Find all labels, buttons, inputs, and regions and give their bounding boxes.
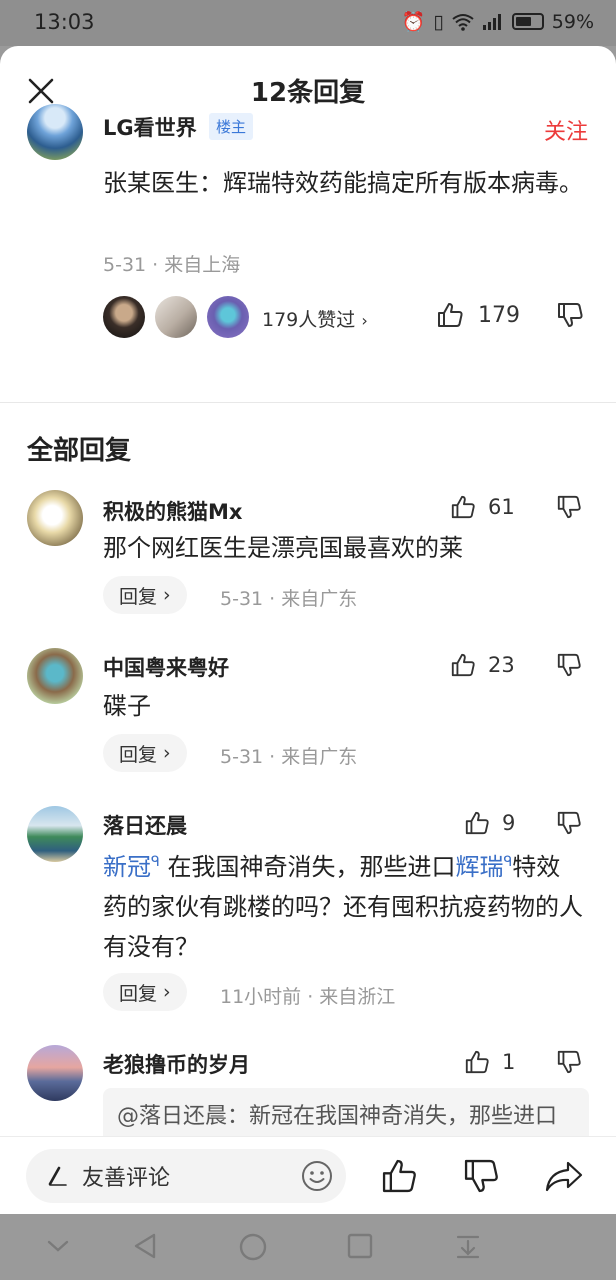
comment-author[interactable]: 积极的熊猫Mx: [103, 496, 242, 526]
thumbs-up-icon: [451, 495, 475, 519]
home-circle-icon: [239, 1233, 267, 1261]
thumbs-up-icon: [438, 303, 463, 327]
share-icon: [545, 1161, 583, 1192]
thumbs-down-icon: [558, 303, 583, 327]
comment-dislike-button[interactable]: [556, 1049, 582, 1075]
comment-dislike-button[interactable]: [556, 810, 582, 836]
thumbs-up-icon: [465, 811, 489, 835]
topic-label: 新冠: [103, 853, 151, 881]
op-like-button[interactable]: 179: [436, 301, 520, 329]
original-post: LG看世界 楼主 关注 张某医生：辉瑞特效药能搞定所有版本病毒。 5-31 · …: [0, 0, 616, 400]
comment-like-count: 9: [502, 811, 516, 835]
op-text: 张某医生：辉瑞特效药能搞定所有版本病毒。: [103, 169, 583, 197]
share-button[interactable]: [544, 1157, 584, 1195]
comment-like-count: 23: [488, 653, 515, 677]
comment-meta: 11小时前 · 来自浙江: [220, 986, 396, 1008]
reply-button[interactable]: 回复 ›: [103, 576, 187, 614]
comment-meta: 5-31 · 来自广东: [220, 746, 358, 768]
thumbs-down-icon: [464, 1159, 498, 1193]
system-nav-bar: [0, 1214, 616, 1280]
op-author-name[interactable]: LG看世界: [103, 112, 197, 142]
chevron-right-icon: ›: [163, 742, 171, 764]
comment-text: 新冠ᑫ 在我国神奇消失，那些进口辉瑞ᑫ特效药的家伙有跳楼的吗？还有囤积抗疫药物的…: [103, 842, 583, 967]
back-triangle-icon: [134, 1233, 156, 1259]
pull-down-icon: [456, 1235, 480, 1259]
comment-input-placeholder: 友善评论: [82, 1166, 171, 1191]
nav-notification-button[interactable]: [454, 1232, 482, 1260]
all-replies-heading: 全部回复: [27, 436, 132, 466]
reply-label: 回复: [119, 743, 158, 766]
search-icon: ᑫ: [151, 854, 160, 870]
liker-avatar: [155, 296, 197, 338]
thumbs-down-icon: [557, 1050, 581, 1074]
thumbs-down-icon: [557, 811, 581, 835]
comment-like-count: 61: [488, 495, 515, 519]
likes-summary-text: 179人赞过: [262, 309, 356, 331]
comment-text-part: 在我国神奇消失，那些进口: [159, 853, 456, 881]
thumbs-up-icon: [382, 1159, 416, 1193]
comment-avatar[interactable]: [27, 806, 83, 862]
nav-back-button[interactable]: [132, 1232, 160, 1260]
like-post-button[interactable]: [380, 1157, 418, 1195]
nav-hide-button[interactable]: [44, 1232, 72, 1260]
chevron-right-icon: ›: [163, 584, 171, 606]
nav-home-button[interactable]: [238, 1232, 268, 1262]
comment-like-button[interactable]: 23: [450, 652, 515, 678]
comment-meta: 5-31 · 来自广东: [220, 588, 358, 610]
comment-avatar[interactable]: [27, 490, 83, 546]
liker-avatars[interactable]: [103, 296, 259, 338]
comment-like-button[interactable]: 1: [464, 1049, 515, 1075]
likes-summary-link[interactable]: 179人赞过 ›: [262, 305, 368, 332]
follow-button[interactable]: 关注: [544, 114, 588, 146]
search-icon: ᑫ: [503, 854, 513, 870]
chevron-down-icon: [47, 1240, 69, 1252]
reply-button[interactable]: 回复 ›: [103, 973, 187, 1011]
op-dislike-button[interactable]: [556, 301, 584, 329]
comment-like-button[interactable]: 61: [450, 494, 515, 520]
comment-text: 碟子: [103, 692, 151, 720]
bottom-action-bar: 友善评论: [0, 1136, 616, 1214]
comment-like-button[interactable]: 9: [464, 810, 515, 836]
thumbs-up-icon: [451, 653, 475, 677]
thumbs-up-icon: [465, 1050, 489, 1074]
comment-author[interactable]: 落日还晨: [103, 810, 187, 840]
reply-button[interactable]: 回复 ›: [103, 734, 187, 772]
nav-recents-button[interactable]: [346, 1232, 374, 1260]
divider: [0, 402, 616, 403]
thumbs-down-icon: [557, 495, 581, 519]
reply-label: 回复: [119, 982, 158, 1005]
comment-author[interactable]: 老狼撸币的岁月: [103, 1049, 250, 1079]
comment-input[interactable]: 友善评论: [26, 1149, 346, 1203]
topic-label: 辉瑞: [455, 853, 504, 881]
comment-like-count: 1: [502, 1050, 516, 1074]
comment-avatar[interactable]: [27, 648, 83, 704]
topic-link[interactable]: 新冠ᑫ: [103, 853, 160, 881]
reply-label: 回复: [119, 585, 158, 608]
recents-square-icon: [347, 1233, 373, 1259]
chevron-right-icon: ›: [163, 981, 171, 1003]
chevron-right-icon: ›: [361, 311, 368, 330]
liker-avatar: [207, 296, 249, 338]
thumbs-down-icon: [557, 653, 581, 677]
comment-avatar[interactable]: [27, 1045, 83, 1101]
op-avatar[interactable]: [27, 104, 83, 160]
emoji-icon: [302, 1161, 332, 1191]
comment-dislike-button[interactable]: [556, 652, 582, 678]
topic-link[interactable]: 辉瑞ᑫ: [455, 853, 512, 881]
op-badge: 楼主: [209, 113, 254, 140]
comment-author[interactable]: 中国粤来粤好: [103, 652, 229, 682]
pen-icon: [48, 1166, 67, 1186]
dislike-post-button[interactable]: [462, 1157, 500, 1195]
liker-avatar: [103, 296, 145, 338]
op-like-count: 179: [478, 302, 520, 328]
comment-text: 那个网红医生是漂亮国最喜欢的莱: [103, 534, 463, 562]
op-meta: 5-31 · 来自上海: [103, 254, 241, 276]
comment-dislike-button[interactable]: [556, 494, 582, 520]
emoji-button[interactable]: [300, 1159, 334, 1193]
